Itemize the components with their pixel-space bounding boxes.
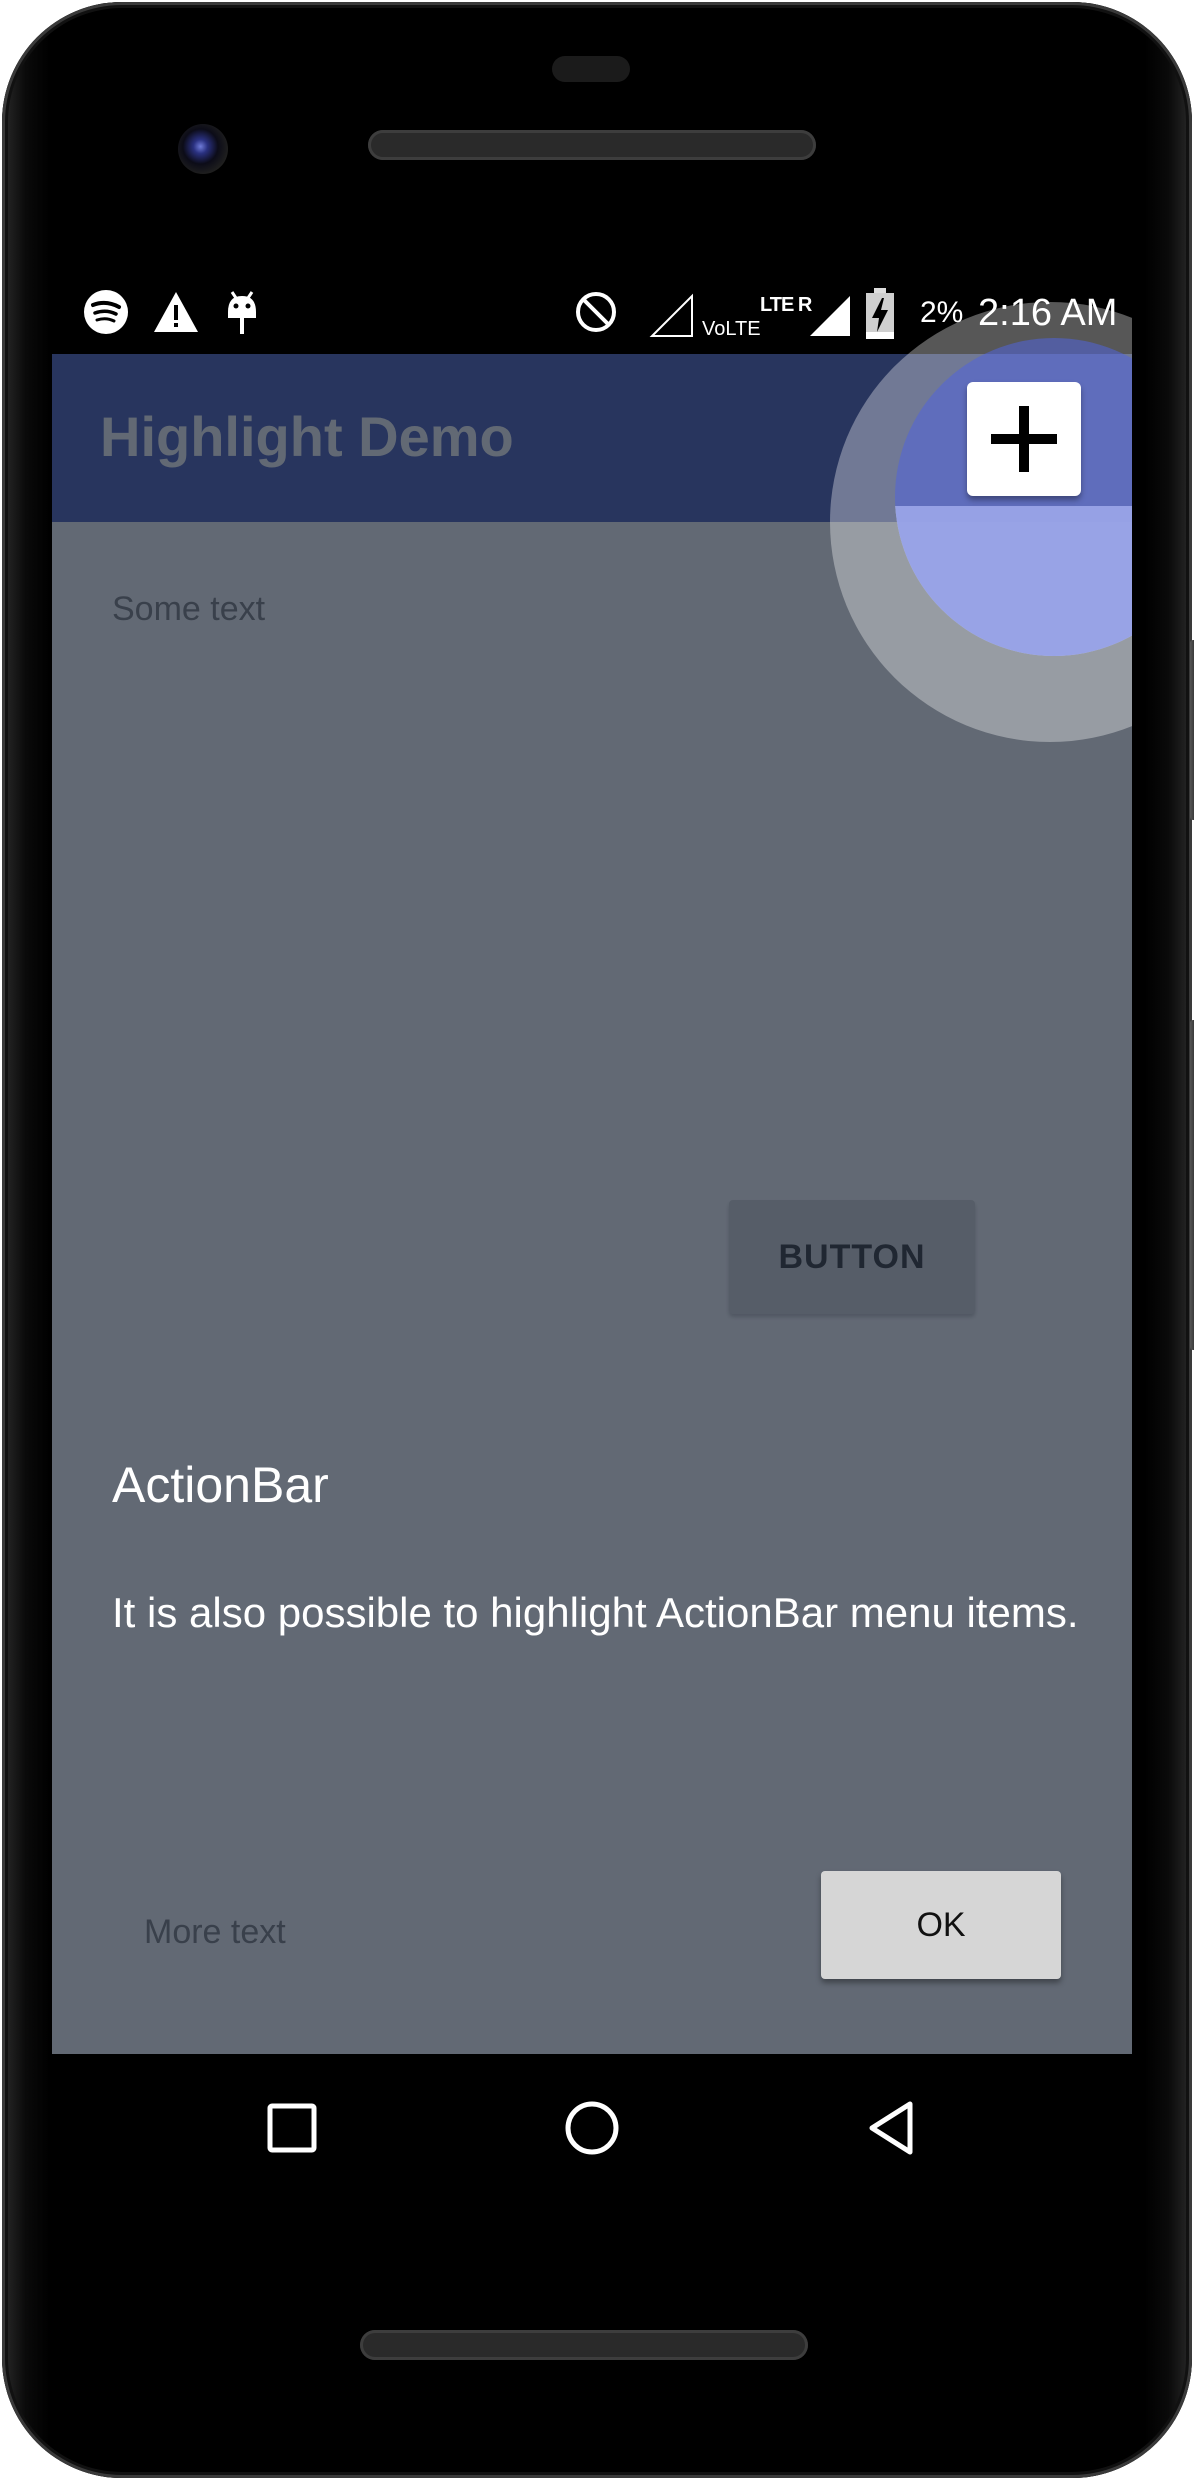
some-text-label: Some text <box>112 590 266 628</box>
app-title: Highlight Demo <box>100 405 514 468</box>
phone-frame: VoLTE LTE R 2% 2:16 AM Highlight Demo So… <box>0 0 1194 2480</box>
do-not-disturb-icon <box>576 292 616 332</box>
clock: 2:16 AM <box>978 292 1118 334</box>
navigation-bar <box>52 2054 1132 2204</box>
bottom-speaker <box>360 2330 808 2360</box>
screen: VoLTE LTE R 2% 2:16 AM Highlight Demo So… <box>52 266 1132 2054</box>
power-button <box>1190 1020 1194 1350</box>
recents-icon[interactable] <box>262 2098 322 2158</box>
signal-empty-icon <box>649 293 693 337</box>
add-action-button[interactable] <box>967 382 1081 496</box>
highlight-title: ActionBar <box>112 1457 329 1513</box>
more-text-label: More text <box>144 1913 286 1951</box>
volte-label: VoLTE <box>702 318 761 340</box>
status-bar: VoLTE LTE R 2% 2:16 AM <box>52 266 1132 354</box>
back-icon[interactable] <box>862 2098 922 2158</box>
front-camera <box>178 124 228 174</box>
lte-label: LTE R <box>760 294 812 316</box>
battery-charging-icon <box>866 288 894 339</box>
home-icon[interactable] <box>562 2098 622 2158</box>
ok-button[interactable]: OK <box>821 1871 1061 1979</box>
warning-icon <box>154 292 198 332</box>
earpiece-speaker <box>368 130 816 160</box>
android-debug-icon <box>228 291 256 334</box>
sensor <box>552 56 630 82</box>
app-content: Highlight Demo Some text BUTTON More tex… <box>52 354 1132 2054</box>
volume-button <box>1190 640 1194 820</box>
plus-icon <box>991 406 1057 472</box>
highlight-description: It is also possible to highlight ActionB… <box>112 1589 1079 1636</box>
battery-percent: 2% <box>920 296 964 329</box>
main-button[interactable]: BUTTON <box>729 1200 975 1314</box>
signal-full-icon <box>810 296 850 336</box>
spotify-icon <box>84 290 128 334</box>
